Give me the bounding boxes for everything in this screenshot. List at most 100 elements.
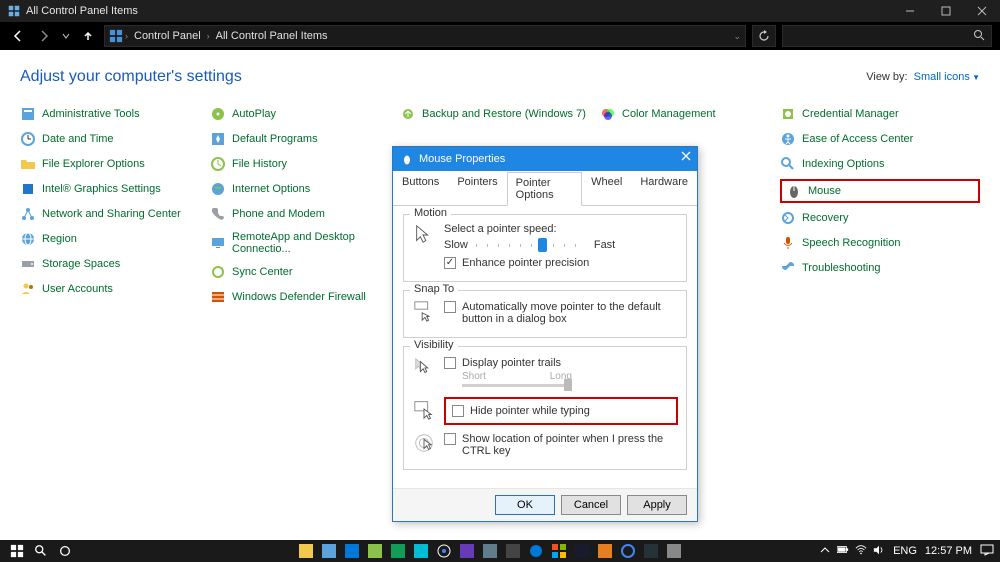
mouse-icon (401, 153, 413, 165)
taskbar-app-icon[interactable] (480, 543, 500, 559)
taskbar-app-icon[interactable] (549, 543, 569, 559)
cp-item-label: RemoteApp and Desktop Connectio... (232, 231, 400, 255)
snapto-checkbox[interactable]: Automatically move pointer to the defaul… (444, 301, 678, 325)
tray-overflow-icon[interactable] (819, 544, 831, 559)
taskbar-app-icon[interactable] (526, 543, 546, 559)
chevron-right-icon[interactable]: › (125, 31, 128, 41)
recent-dropdown[interactable] (60, 26, 72, 46)
ctrl-locate-checkbox[interactable]: Show location of pointer when I press th… (444, 433, 678, 457)
cp-item-administrative-tools[interactable]: Administrative Tools (20, 104, 210, 124)
apply-button[interactable]: Apply (627, 495, 687, 515)
cp-item-file-explorer-options[interactable]: File Explorer Options (20, 154, 210, 174)
cp-item-file-history[interactable]: File History (210, 154, 400, 174)
chevron-down-icon[interactable]: ⌄ (733, 31, 741, 42)
cp-item-internet-options[interactable]: Internet Options (210, 179, 400, 199)
cp-item-sync-center[interactable]: Sync Center (210, 262, 400, 282)
cp-item-phone-modem[interactable]: Phone and Modem (210, 204, 400, 224)
wifi-icon[interactable] (855, 544, 867, 559)
system-tray[interactable] (819, 544, 885, 559)
taskbar-app-icon[interactable] (296, 543, 316, 559)
cp-item-default-programs[interactable]: Default Programs (210, 129, 400, 149)
page-title: Adjust your computer's settings (20, 68, 242, 86)
breadcrumb-item[interactable]: Control Panel (130, 30, 205, 42)
wrench-icon (780, 260, 796, 276)
battery-icon[interactable] (837, 544, 849, 559)
maximize-button[interactable] (928, 0, 964, 22)
cp-item-credential-manager[interactable]: Credential Manager (780, 104, 980, 124)
cortana-button[interactable] (54, 540, 76, 562)
slider-thumb[interactable] (538, 238, 547, 252)
taskbar-app-icon[interactable] (434, 543, 454, 559)
taskbar-app-icon[interactable] (388, 543, 408, 559)
pointer-speed-slider[interactable] (476, 244, 586, 247)
ok-button[interactable]: OK (495, 495, 555, 515)
tools-icon (20, 106, 36, 122)
forward-button[interactable] (34, 26, 54, 46)
refresh-button[interactable] (752, 25, 776, 47)
taskbar-app-icon[interactable] (503, 543, 523, 559)
taskbar-clock[interactable]: 12:57 PM (925, 545, 972, 557)
view-by-dropdown[interactable]: Small icons (914, 71, 980, 83)
enhance-precision-checkbox[interactable]: Enhance pointer precision (444, 257, 678, 269)
cp-item-defender-firewall[interactable]: Windows Defender Firewall (210, 287, 400, 307)
cancel-button[interactable]: Cancel (561, 495, 621, 515)
cp-item-remoteapp[interactable]: RemoteApp and Desktop Connectio... (210, 229, 400, 257)
cp-item-label: Indexing Options (802, 158, 885, 170)
hide-pointer-checkbox[interactable]: Hide pointer while typing (452, 405, 670, 417)
tab-hardware[interactable]: Hardware (631, 171, 697, 205)
start-button[interactable] (6, 540, 28, 562)
cp-item-date-time[interactable]: Date and Time (20, 129, 210, 149)
cp-item-backup-restore[interactable]: Backup and Restore (Windows 7) (400, 104, 600, 124)
cp-item-label: Speech Recognition (802, 237, 900, 249)
dialog-titlebar[interactable]: Mouse Properties (393, 147, 697, 171)
tab-wheel[interactable]: Wheel (582, 171, 631, 205)
checkbox-icon (452, 405, 464, 417)
window-title: All Control Panel Items (26, 5, 138, 17)
color-icon (600, 106, 616, 122)
taskbar-language[interactable]: ENG (893, 545, 917, 557)
up-button[interactable] (78, 26, 98, 46)
cp-item-intel-graphics[interactable]: Intel® Graphics Settings (20, 179, 210, 199)
pointer-trails-checkbox[interactable]: Display pointer trails (444, 357, 678, 369)
tab-buttons[interactable]: Buttons (393, 171, 448, 205)
cp-item-label: Administrative Tools (42, 108, 140, 120)
tab-pointers[interactable]: Pointers (448, 171, 506, 205)
taskbar-app-icon[interactable] (618, 543, 638, 559)
taskbar-app-icon[interactable] (595, 543, 615, 559)
cp-item-ease-of-access[interactable]: Ease of Access Center (780, 129, 980, 149)
cp-item-user-accounts[interactable]: User Accounts (20, 279, 210, 299)
minimize-button[interactable] (892, 0, 928, 22)
cp-item-network-sharing[interactable]: Network and Sharing Center (20, 204, 210, 224)
taskbar-app-icon[interactable] (641, 543, 661, 559)
tab-pointer-options[interactable]: Pointer Options (507, 172, 582, 206)
taskbar-app-icon[interactable] (664, 543, 684, 559)
taskbar-app-icon[interactable] (365, 543, 385, 559)
taskbar-app-icon[interactable] (572, 543, 592, 559)
action-center-icon[interactable] (980, 544, 994, 559)
taskbar-app-icon[interactable] (319, 543, 339, 559)
search-input[interactable] (782, 25, 992, 47)
hide-pointer-highlight: Hide pointer while typing (444, 397, 678, 425)
search-button[interactable] (30, 540, 52, 562)
breadcrumb[interactable]: › Control Panel › All Control Panel Item… (104, 25, 746, 47)
cp-item-speech-recognition[interactable]: Speech Recognition (780, 233, 980, 253)
back-button[interactable] (8, 26, 28, 46)
close-button[interactable] (964, 0, 1000, 22)
cp-item-indexing-options[interactable]: Indexing Options (780, 154, 980, 174)
chevron-right-icon[interactable]: › (207, 31, 210, 41)
phone-icon (210, 206, 226, 222)
taskbar-app-icon[interactable] (342, 543, 362, 559)
volume-icon[interactable] (873, 544, 885, 559)
cp-item-storage-spaces[interactable]: Storage Spaces (20, 254, 210, 274)
cp-item-color-management[interactable]: Color Management (600, 104, 780, 124)
breadcrumb-item[interactable]: All Control Panel Items (212, 30, 332, 42)
cp-item-region[interactable]: Region (20, 229, 210, 249)
cp-item-mouse[interactable]: Mouse (780, 179, 980, 203)
dialog-close-button[interactable] (681, 151, 691, 164)
cp-item-autoplay[interactable]: AutoPlay (210, 104, 400, 124)
cp-item-troubleshooting[interactable]: Troubleshooting (780, 258, 980, 278)
taskbar-app-icon[interactable] (457, 543, 477, 559)
cp-item-recovery[interactable]: Recovery (780, 208, 980, 228)
taskbar-app-icon[interactable] (411, 543, 431, 559)
globe-icon (20, 231, 36, 247)
